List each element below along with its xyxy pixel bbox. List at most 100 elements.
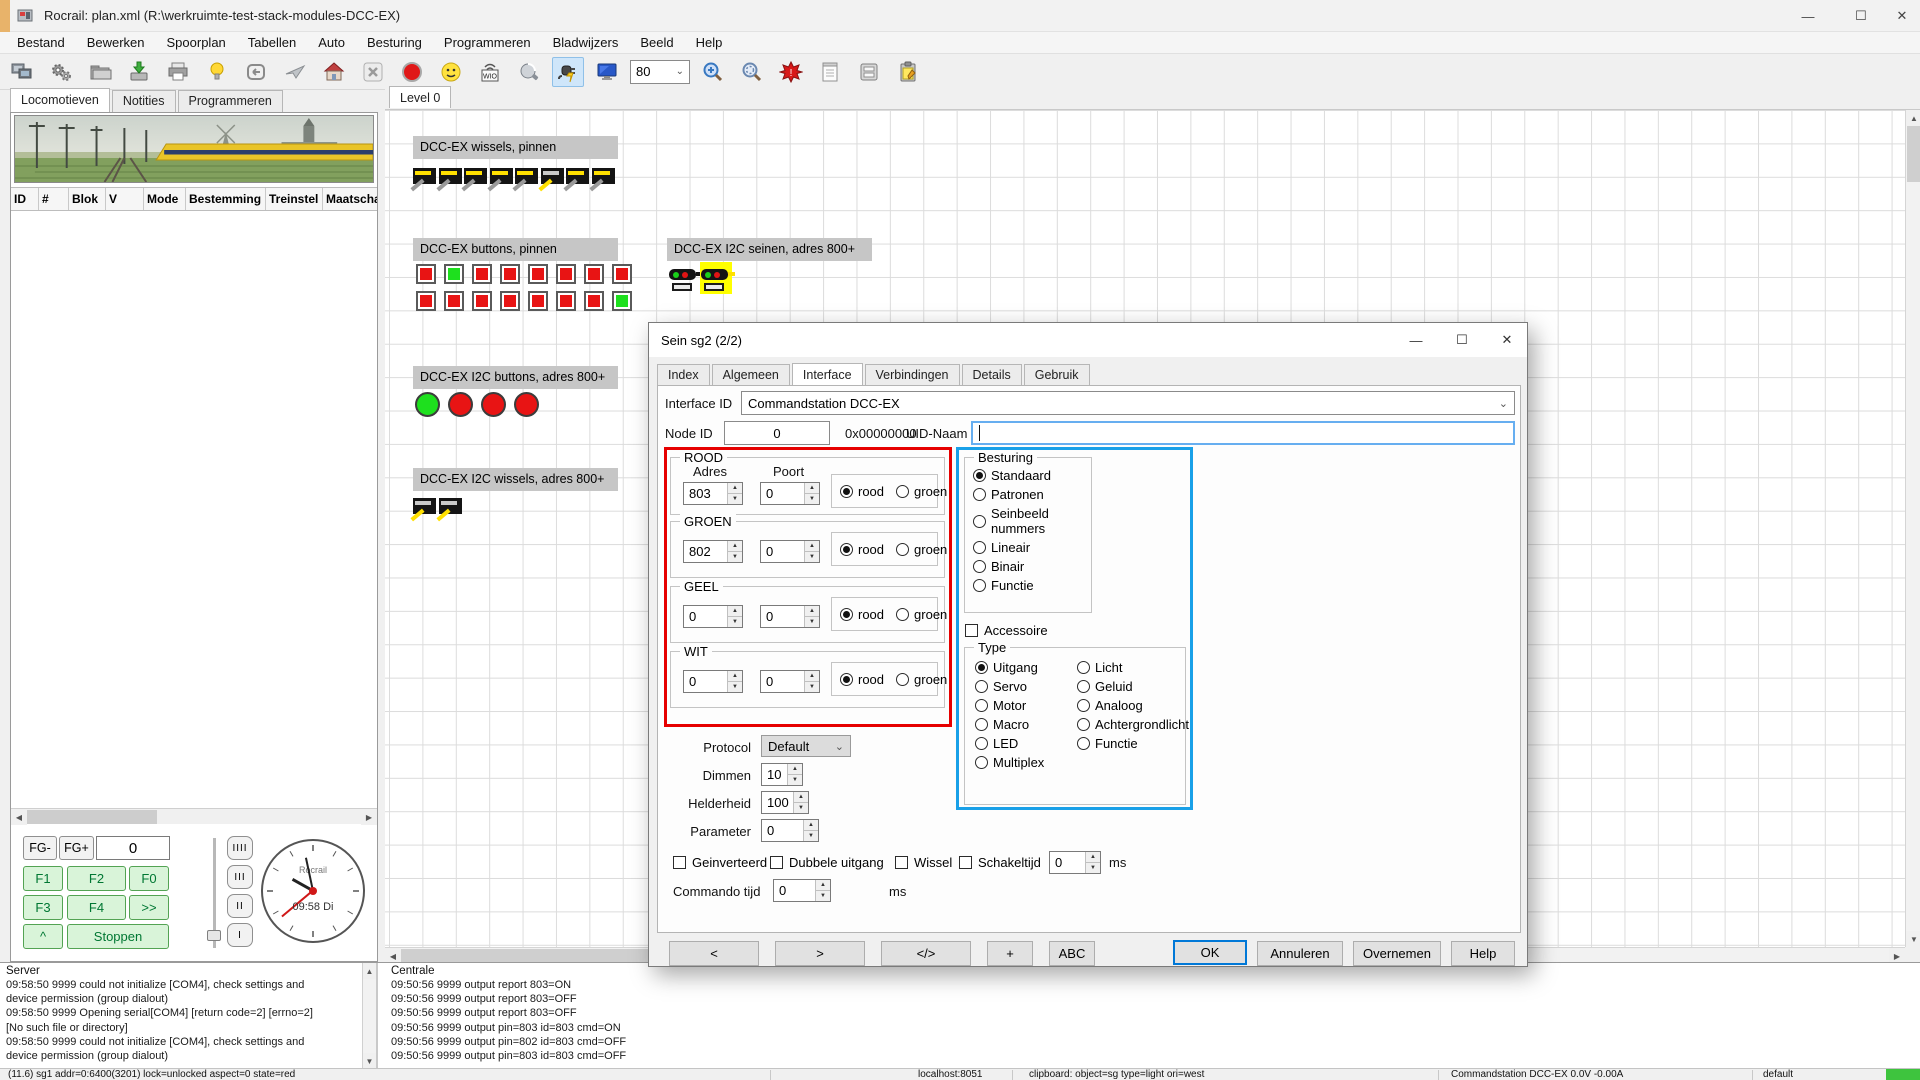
radio-rood[interactable]: rood — [840, 484, 884, 499]
radio-button-icon[interactable] — [975, 661, 988, 674]
brake-step-2-button[interactable]: II — [227, 894, 253, 918]
radio-functie[interactable]: Functie — [973, 578, 1083, 593]
schakeltijd-checkbox[interactable] — [959, 856, 972, 869]
help-button[interactable]: Help — [1451, 941, 1515, 966]
emergency-stop-button[interactable] — [396, 57, 428, 87]
accessoire-checkbox-item[interactable]: Accessoire — [965, 623, 1048, 638]
menu-bewerken[interactable]: Bewerken — [76, 33, 156, 52]
radio-rood[interactable]: rood — [840, 607, 884, 622]
dialog-minimize-icon[interactable]: — — [1393, 323, 1439, 357]
signal-sg2-symbol-selected[interactable] — [700, 262, 732, 294]
power-connect-button[interactable] — [552, 57, 584, 87]
next-button[interactable]: > — [775, 941, 865, 966]
display-button[interactable] — [591, 57, 623, 87]
turnout-symbol[interactable] — [439, 168, 462, 184]
tab-interface[interactable]: Interface — [792, 363, 863, 385]
menu-bladwijzers[interactable]: Bladwijzers — [542, 33, 630, 52]
radio-groen[interactable]: groen — [896, 484, 947, 499]
turnout-symbol[interactable] — [541, 168, 564, 184]
scroll-thumb[interactable] — [27, 810, 157, 824]
scroll-down-icon[interactable]: ▼ — [363, 1053, 376, 1069]
open-button[interactable] — [84, 57, 116, 87]
radio-groen[interactable]: groen — [896, 607, 947, 622]
tab-algemeen[interactable]: Algemeen — [712, 364, 790, 385]
tab-verbindingen[interactable]: Verbindingen — [865, 364, 960, 385]
spinner-arrows-icon[interactable]: ▲▼ — [727, 541, 742, 562]
zoom-level-combo[interactable]: 80 ⌄ — [630, 60, 690, 84]
col-id[interactable]: ID — [11, 188, 39, 210]
spinner-arrows-icon[interactable]: ▲▼ — [803, 820, 818, 841]
radio-button-icon[interactable] — [975, 737, 988, 750]
slider-thumb[interactable] — [207, 930, 221, 941]
zoom-in-button[interactable] — [697, 57, 729, 87]
home-button[interactable] — [318, 57, 350, 87]
menu-bestand[interactable]: Bestand — [6, 33, 76, 52]
schakeltijd-spinner[interactable]: 0▲▼ — [1049, 851, 1101, 874]
abc-button[interactable]: ABC — [1049, 941, 1095, 966]
spinner-arrows-icon[interactable]: ▲▼ — [727, 671, 742, 692]
accessoire-checkbox[interactable] — [965, 624, 978, 637]
schakeltijd-checkbox-item[interactable]: Schakeltijd — [959, 855, 1041, 870]
push-button-symbol[interactable] — [584, 264, 604, 284]
round-button-symbol[interactable] — [514, 392, 539, 417]
server-log-panel[interactable]: Server 09:58:50 9999 could not initializ… — [0, 963, 378, 1069]
wissel-checkbox-item[interactable]: Wissel — [895, 855, 952, 870]
tab-index[interactable]: Index — [657, 364, 710, 385]
radio-uitgang[interactable]: Uitgang — [975, 660, 1044, 675]
col-mode[interactable]: Mode — [144, 188, 186, 210]
round-button-symbol[interactable] — [415, 392, 440, 417]
col-blok[interactable]: Blok — [69, 188, 106, 210]
radio-button-icon[interactable] — [975, 680, 988, 693]
radio-motor[interactable]: Motor — [975, 698, 1044, 713]
speed-slider[interactable] — [207, 838, 221, 948]
turnout-symbol[interactable] — [464, 168, 487, 184]
radio-button-icon[interactable] — [840, 485, 853, 498]
radio-servo[interactable]: Servo — [975, 679, 1044, 694]
spinner-arrows-icon[interactable]: ▲▼ — [1085, 852, 1100, 873]
radio-button-icon[interactable] — [1077, 680, 1090, 693]
stop-button[interactable]: Stoppen — [67, 924, 169, 949]
tab-level-0[interactable]: Level 0 — [389, 86, 451, 108]
radio-button-icon[interactable] — [1077, 737, 1090, 750]
tab-gebruik[interactable]: Gebruik — [1024, 364, 1090, 385]
menu-programmeren[interactable]: Programmeren — [433, 33, 542, 52]
push-button-symbol[interactable] — [444, 291, 464, 311]
label-dccex-wissels-pinnen[interactable]: DCC-EX wissels, pinnen — [413, 136, 618, 159]
geel-poort-spinner[interactable]: 0▲▼ — [760, 605, 820, 628]
geinverteerd-checkbox-item[interactable]: Geinverteerd — [673, 855, 767, 870]
radio-groen[interactable]: groen — [896, 672, 947, 687]
groen-poort-spinner[interactable]: 0▲▼ — [760, 540, 820, 563]
scroll-right-icon[interactable]: ▶ — [361, 809, 377, 825]
fly-button[interactable] — [279, 57, 311, 87]
round-button-symbol[interactable] — [481, 392, 506, 417]
dialog-close-icon[interactable]: ✕ — [1485, 323, 1529, 357]
push-button-symbol[interactable] — [584, 291, 604, 311]
push-button-symbol[interactable] — [416, 291, 436, 311]
col-v[interactable]: V — [106, 188, 144, 210]
rood-adres-spinner[interactable]: 803▲▼ — [683, 482, 743, 505]
spinner-arrows-icon[interactable]: ▲▼ — [815, 880, 830, 901]
spinner-arrows-icon[interactable]: ▲▼ — [804, 483, 819, 504]
radio-licht[interactable]: Licht — [1077, 660, 1189, 675]
radio-rood[interactable]: rood — [840, 542, 884, 557]
interface-id-combo[interactable]: Commandstation DCC-EX ⌄ — [741, 391, 1515, 415]
dubbele-uitgang-checkbox[interactable] — [770, 856, 783, 869]
radio-button-icon[interactable] — [975, 756, 988, 769]
radio-multiplex[interactable]: Multiplex — [975, 755, 1044, 770]
geinverteerd-checkbox[interactable] — [673, 856, 686, 869]
f3-button[interactable]: F3 — [23, 895, 63, 920]
save-button[interactable] — [123, 57, 155, 87]
radio-analoog[interactable]: Analoog — [1077, 698, 1189, 713]
turnout-symbol[interactable] — [490, 168, 513, 184]
radio-binair[interactable]: Binair — [973, 559, 1083, 574]
maximize-icon[interactable]: ☐ — [1838, 0, 1884, 32]
menu-help[interactable]: Help — [685, 33, 734, 52]
radio-achtergrondlicht[interactable]: Achtergrondlicht — [1077, 717, 1189, 732]
protocol-combo[interactable]: Default ⌄ — [761, 735, 851, 757]
radio-button-icon[interactable] — [973, 515, 986, 528]
signal-sg1-symbol[interactable] — [668, 262, 700, 294]
radio-button-icon[interactable] — [975, 718, 988, 731]
dialog-maximize-icon[interactable]: ☐ — [1439, 323, 1485, 357]
col-bestemming[interactable]: Bestemming — [186, 188, 266, 210]
spinner-arrows-icon[interactable]: ▲▼ — [787, 764, 802, 785]
